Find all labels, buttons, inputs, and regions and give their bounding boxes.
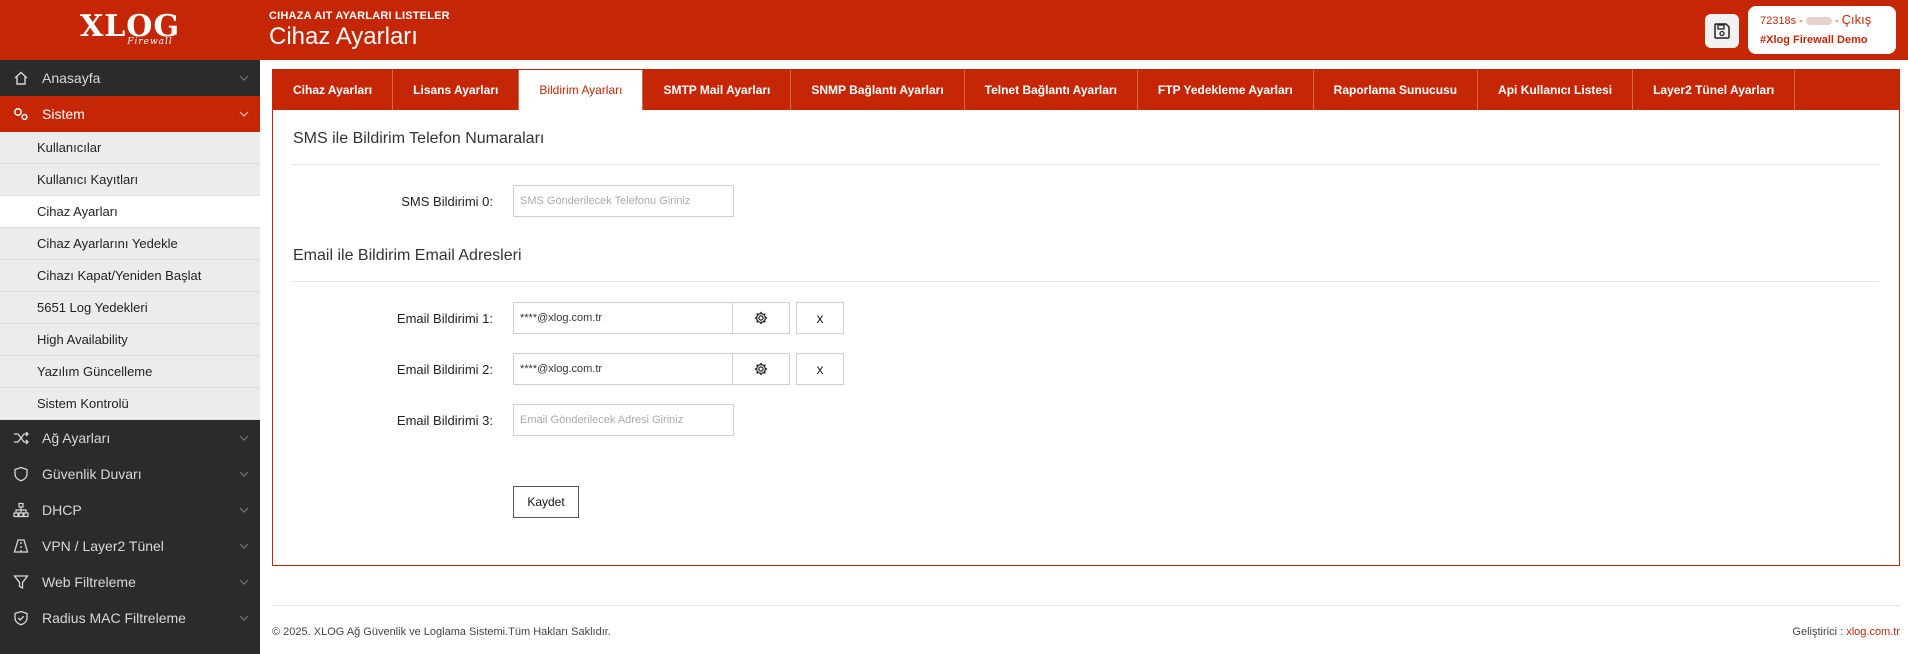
email-section-title: Email ile Bildirim Email Adresleri <box>293 247 522 264</box>
section-divider <box>293 281 1879 282</box>
road-icon <box>12 537 30 555</box>
save-config-button[interactable] <box>1705 14 1739 48</box>
email-field-2-label: Email Bildirimi 2: <box>396 362 493 377</box>
shuffle-icon <box>12 429 30 447</box>
sistem-submenu: Kullanıcılar Kullanıcı Kayıtları Cihaz A… <box>0 132 260 420</box>
sidebar-item-guvenlik-duvari[interactable]: Güvenlik Duvarı <box>0 456 260 492</box>
filter-icon <box>12 573 30 591</box>
footer-divider <box>272 605 1900 606</box>
submenu-item-high-availability[interactable]: High Availability <box>0 324 260 356</box>
sitemap-icon <box>12 501 30 519</box>
sidebar-item-sistem[interactable]: Sistem <box>0 96 260 132</box>
submenu-item-kullanicilar[interactable]: Kullanıcılar <box>0 132 260 164</box>
submenu-item-5651-log-yedekleri[interactable]: 5651 Log Yedekleri <box>0 292 260 324</box>
sms-field-0-input[interactable] <box>513 185 734 217</box>
email-field-3-input[interactable] <box>513 404 734 436</box>
tab-cihaz-ayarlari[interactable]: Cihaz Ayarları <box>273 70 394 110</box>
user-line: 72318s - - Çıkış <box>1760 12 1884 27</box>
user-id: 72318s - <box>1760 15 1803 27</box>
email-2-remove-button[interactable]: x <box>796 353 844 385</box>
section-divider <box>293 164 1879 165</box>
settings-panel: Cihaz Ayarları Lisans Ayarları Bildirim … <box>272 69 1900 566</box>
shield-check-icon <box>12 609 30 627</box>
kaydet-button[interactable]: Kaydet <box>513 486 579 518</box>
sms-field-0-label: SMS Bildirimi 0: <box>401 194 493 209</box>
chevron-down-icon <box>239 471 249 477</box>
sidebar-item-label: DHCP <box>42 502 82 518</box>
sidebar-item-label: Ağ Ayarları <box>42 430 111 446</box>
email-field-1-label: Email Bildirimi 1: <box>396 311 493 326</box>
submenu-item-kullanici-kayitlari[interactable]: Kullanıcı Kayıtları <box>0 164 260 196</box>
submenu-item-kapat-yeniden-baslat[interactable]: Cihazı Kapat/Yeniden Başlat <box>0 260 260 292</box>
email-field-3-label: Email Bildirimi 3: <box>396 413 493 428</box>
footer-developer-link[interactable]: xlog.com.tr <box>1846 626 1900 638</box>
footer-copyright: © 2025. XLOG Ağ Güvenlik ve Loglama Sist… <box>272 626 611 638</box>
page-header: CIHAZA AIT AYARLARI LISTELER Cihaz Ayarl… <box>269 10 450 51</box>
page-title: Cihaz Ayarları <box>269 23 418 50</box>
sidebar-item-label: Anasayfa <box>42 70 101 86</box>
tab-snmp-baglanti-ayarlari[interactable]: SNMP Bağlantı Ayarları <box>791 70 965 110</box>
sidebar-item-label: Web Filtreleme <box>42 574 136 590</box>
gear-icon <box>754 311 768 325</box>
chevron-down-icon <box>239 75 249 81</box>
tab-telnet-baglanti-ayarlari[interactable]: Telnet Bağlantı Ayarları <box>965 70 1138 110</box>
sidebar-item-radius-mac[interactable]: Radius MAC Filtreleme <box>0 600 260 636</box>
tab-raporlama-sunucusu[interactable]: Raporlama Sunucusu <box>1314 70 1479 110</box>
sidebar-item-dhcp[interactable]: DHCP <box>0 492 260 528</box>
email-field-1-input[interactable] <box>513 302 734 334</box>
sidebar-item-ag-ayarlari[interactable]: Ağ Ayarları <box>0 420 260 456</box>
sidebar-item-label: VPN / Layer2 Tünel <box>42 538 164 554</box>
chevron-down-icon <box>239 615 249 621</box>
sidebar-item-vpn[interactable]: VPN / Layer2 Tünel <box>0 528 260 564</box>
chevron-down-icon <box>239 543 249 549</box>
user-box: 72318s - - Çıkış #Xlog Firewall Demo <box>1748 6 1896 54</box>
email-field-2-input[interactable] <box>513 353 734 385</box>
email-1-settings-button[interactable] <box>732 302 790 334</box>
page-subtitle: CIHAZA AIT AYARLARI LISTELER <box>269 10 450 22</box>
sidebar: Anasayfa Sistem Kullanıcılar Kullanıcı K… <box>0 60 260 654</box>
tab-ftp-yedekleme-ayarlari[interactable]: FTP Yedekleme Ayarları <box>1138 70 1314 110</box>
logo-subtext: Firewall <box>127 37 173 47</box>
floppy-disk-icon <box>1714 23 1730 39</box>
submenu-item-cihaz-ayarlarini-yedekle[interactable]: Cihaz Ayarlarını Yedekle <box>0 228 260 260</box>
submenu-item-cihaz-ayarlari[interactable]: Cihaz Ayarları <box>0 196 260 228</box>
home-icon <box>12 69 30 87</box>
email-2-settings-button[interactable] <box>732 353 790 385</box>
shield-icon <box>12 465 30 483</box>
sidebar-item-anasayfa[interactable]: Anasayfa <box>0 60 260 96</box>
chevron-down-icon <box>239 435 249 441</box>
submenu-item-sistem-kontrolu[interactable]: Sistem Kontrolü <box>0 388 260 420</box>
gear-icon <box>754 362 768 376</box>
sidebar-item-label: Radius MAC Filtreleme <box>42 610 186 626</box>
tab-bar: Cihaz Ayarları Lisans Ayarları Bildirim … <box>273 70 1899 110</box>
sms-section-title: SMS ile Bildirim Telefon Numaraları <box>293 130 545 147</box>
tab-lisans-ayarlari[interactable]: Lisans Ayarları <box>393 70 520 110</box>
chevron-down-icon <box>239 507 249 513</box>
footer-developer-label: Geliştirici : <box>1792 626 1844 638</box>
logout-link[interactable]: Çıkış <box>1842 12 1872 27</box>
chevron-down-icon <box>239 111 249 117</box>
logo[interactable]: XLOG Firewall <box>0 0 260 60</box>
submenu-item-yazilim-guncelleme[interactable]: Yazılım Güncelleme <box>0 356 260 388</box>
tab-api-kullanici-listesi[interactable]: Api Kullanıcı Listesi <box>1478 70 1634 110</box>
sidebar-item-web-filtreleme[interactable]: Web Filtreleme <box>0 564 260 600</box>
sidebar-item-label: Sistem <box>42 106 85 122</box>
email-1-remove-button[interactable]: x <box>796 302 844 334</box>
user-separator: - <box>1834 15 1839 27</box>
chevron-down-icon <box>239 579 249 585</box>
redacted-username <box>1805 17 1832 26</box>
tab-bildirim-ayarlari[interactable]: Bildirim Ayarları <box>519 70 644 110</box>
tab-layer2-tunel-ayarlari[interactable]: Layer2 Tünel Ayarları <box>1633 70 1796 110</box>
top-bar: XLOG Firewall CIHAZA AIT AYARLARI LISTEL… <box>0 0 1908 60</box>
tab-smtp-mail-ayarlari[interactable]: SMTP Mail Ayarları <box>643 70 792 110</box>
sidebar-item-label: Güvenlik Duvarı <box>42 466 142 482</box>
footer-developer: Geliştirici : xlog.com.tr <box>1792 626 1900 638</box>
gears-icon <box>12 105 30 123</box>
user-subtitle: #Xlog Firewall Demo <box>1760 34 1868 46</box>
